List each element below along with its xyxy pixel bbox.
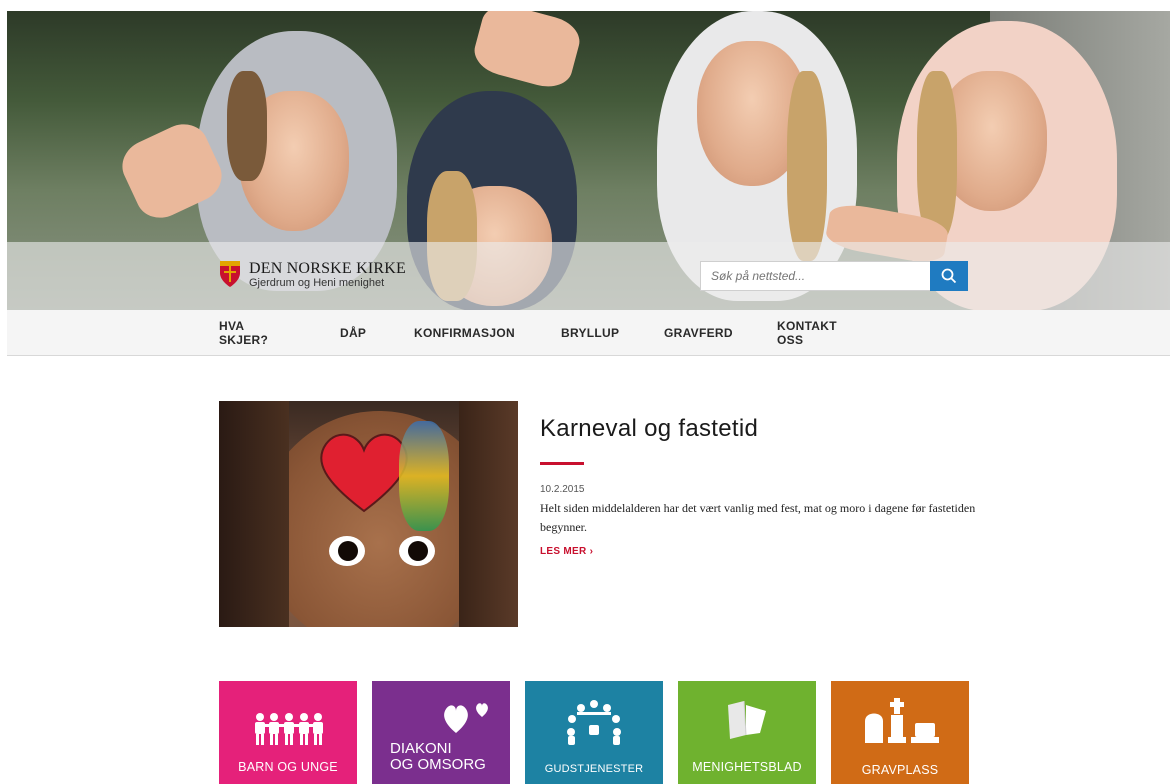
search-input[interactable] <box>700 261 930 291</box>
tile-label: GUDSTJENESTER <box>544 763 644 775</box>
search-button[interactable] <box>930 261 968 291</box>
org-name: DEN NORSKE KIRKE <box>249 260 406 277</box>
tile-diakoni-og-omsorg[interactable]: DIAKONI OG OMSORG <box>372 681 510 784</box>
open-book-icon <box>728 700 766 739</box>
article-title[interactable]: Karneval og fastetid <box>540 415 980 443</box>
tile-gudstjenester[interactable]: GUDSTJENESTER <box>525 681 663 784</box>
title-underline <box>540 462 584 465</box>
tile-label-line2: OG OMSORG <box>390 756 486 773</box>
site-logo[interactable]: DEN NORSKE KIRKE Gjerdrum og Heni menigh… <box>219 260 406 290</box>
tile-menighetsblad[interactable]: MENIGHETSBLAD <box>678 681 816 784</box>
church-shield-icon <box>220 261 240 287</box>
tile-label-line1: DIAKONI <box>390 740 452 757</box>
gravestones-icon <box>865 698 939 743</box>
tile-label: BARN OG UNGE <box>238 760 338 774</box>
brand-bar: DEN NORSKE KIRKE Gjerdrum og Heni menigh… <box>7 242 1170 310</box>
tile-barn-og-unge[interactable]: BARN OG UNGE <box>219 681 357 784</box>
article-date: 10.2.2015 <box>540 484 585 495</box>
search-icon <box>941 268 957 284</box>
nav-item-kontakt-oss[interactable]: KONTAKT OSS <box>777 319 837 347</box>
search-form <box>700 261 968 291</box>
parish-name: Gjerdrum og Heni menighet <box>249 277 385 289</box>
nav-item-bryllup[interactable]: BRYLLUP <box>561 326 619 340</box>
nav-item-gravferd[interactable]: GRAVFERD <box>664 326 733 340</box>
nav-item-konfirmasjon[interactable]: KONFIRMASJON <box>414 326 515 340</box>
tile-label: MENIGHETSBLAD <box>692 760 802 774</box>
hero-banner: DEN NORSKE KIRKE Gjerdrum og Heni menigh… <box>7 11 1170 310</box>
nav-item-hva-skjer[interactable]: HVA SKJER? <box>219 319 268 347</box>
read-more-link[interactable]: LES MER › <box>540 546 980 557</box>
nav-item-dap[interactable]: DÅP <box>340 326 366 340</box>
tile-label: GRAVPLASS <box>861 763 939 777</box>
congregation-circle-icon <box>567 700 621 745</box>
featured-article: Karneval og fastetid 10.2.2015 Helt side… <box>540 401 980 557</box>
children-icon <box>255 713 323 745</box>
tile-gravplass[interactable]: GRAVPLASS <box>831 681 969 784</box>
article-excerpt: Helt siden middelalderen har det vært va… <box>540 501 976 534</box>
hearts-icon <box>444 703 488 733</box>
article-image[interactable] <box>219 401 518 627</box>
main-nav: HVA SKJER? DÅP KONFIRMASJON BRYLLUP GRAV… <box>7 310 1170 356</box>
